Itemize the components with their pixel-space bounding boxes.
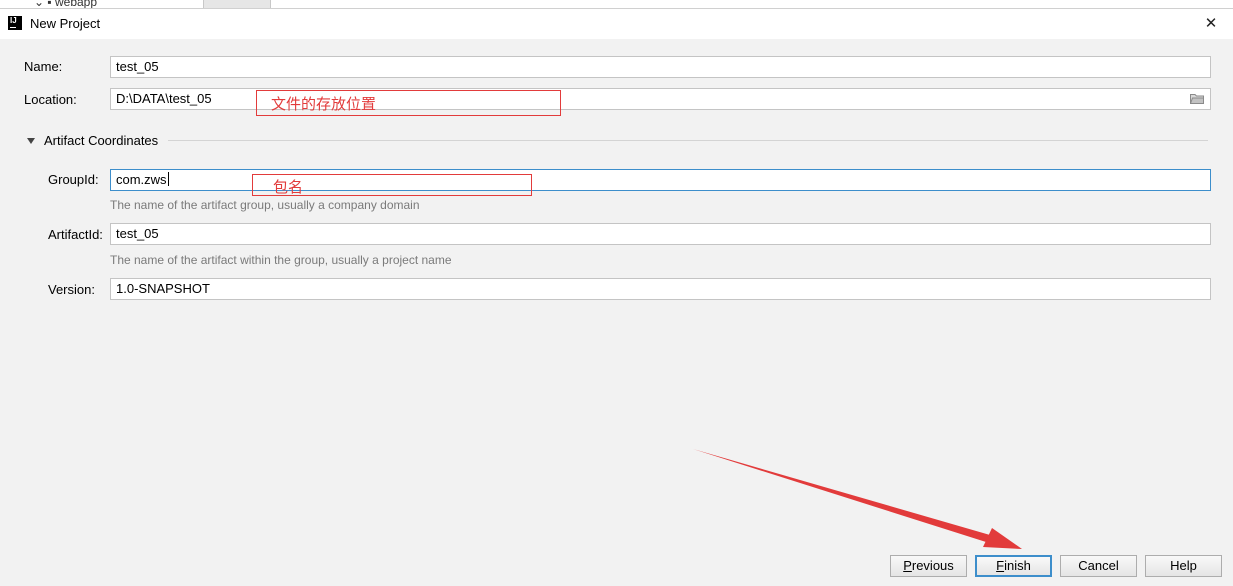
group-id-input-value: com.zws: [116, 172, 167, 187]
group-id-hint: The name of the artifact group, usually …: [110, 198, 420, 212]
help-button[interactable]: Help: [1145, 555, 1222, 577]
intellij-icon: IJ: [8, 16, 22, 30]
text-caret: [167, 172, 169, 186]
finish-label: inish: [1004, 558, 1031, 573]
new-project-dialog: IJ New Project ✕ Name: test_05 Location:…: [0, 8, 1233, 586]
close-icon[interactable]: ✕: [1197, 11, 1225, 37]
artifact-section-title: Artifact Coordinates: [44, 133, 159, 148]
artifact-id-input[interactable]: test_05: [110, 223, 1211, 245]
triangle-down-icon: [27, 138, 35, 144]
cancel-button[interactable]: Cancel: [1060, 555, 1137, 577]
artifact-id-input-value: test_05: [116, 226, 159, 241]
folder-icon[interactable]: [1190, 93, 1204, 104]
group-annotation-text: 包名: [273, 179, 304, 196]
previous-label: revious: [911, 558, 954, 573]
version-input-value: 1.0-SNAPSHOT: [116, 281, 210, 296]
artifact-coordinates-toggle[interactable]: Artifact Coordinates: [27, 133, 158, 148]
project-tree-item: ⌄ ▪ webapp: [34, 0, 98, 8]
group-annotation: 包名: [252, 174, 532, 196]
version-label: Version:: [48, 282, 95, 297]
dialog-title: New Project: [30, 16, 101, 31]
location-input-value: D:\DATA\test_05: [116, 91, 212, 106]
section-divider: [168, 140, 1208, 141]
background-ide-strip: ⌄ ▪ webapp: [0, 0, 1233, 8]
artifact-id-label: ArtifactId:: [48, 227, 103, 242]
finish-button[interactable]: Finish: [975, 555, 1052, 577]
finish-mnemonic: F: [996, 558, 1005, 573]
location-annotation-text: 文件的存放位置: [271, 96, 377, 113]
previous-mnemonic: P: [903, 558, 912, 573]
name-label: Name:: [24, 59, 63, 74]
name-input-value: test_05: [116, 59, 159, 74]
dialog-titlebar: IJ New Project ✕: [0, 9, 1233, 39]
artifact-id-hint: The name of the artifact within the grou…: [110, 253, 452, 267]
location-annotation: 文件的存放位置: [256, 90, 561, 116]
location-label: Location:: [24, 92, 77, 107]
background-tab: [203, 0, 271, 8]
group-id-label: GroupId:: [48, 172, 99, 187]
previous-button[interactable]: Previous: [890, 555, 967, 577]
version-input[interactable]: 1.0-SNAPSHOT: [110, 278, 1211, 300]
name-input[interactable]: test_05: [110, 56, 1211, 78]
